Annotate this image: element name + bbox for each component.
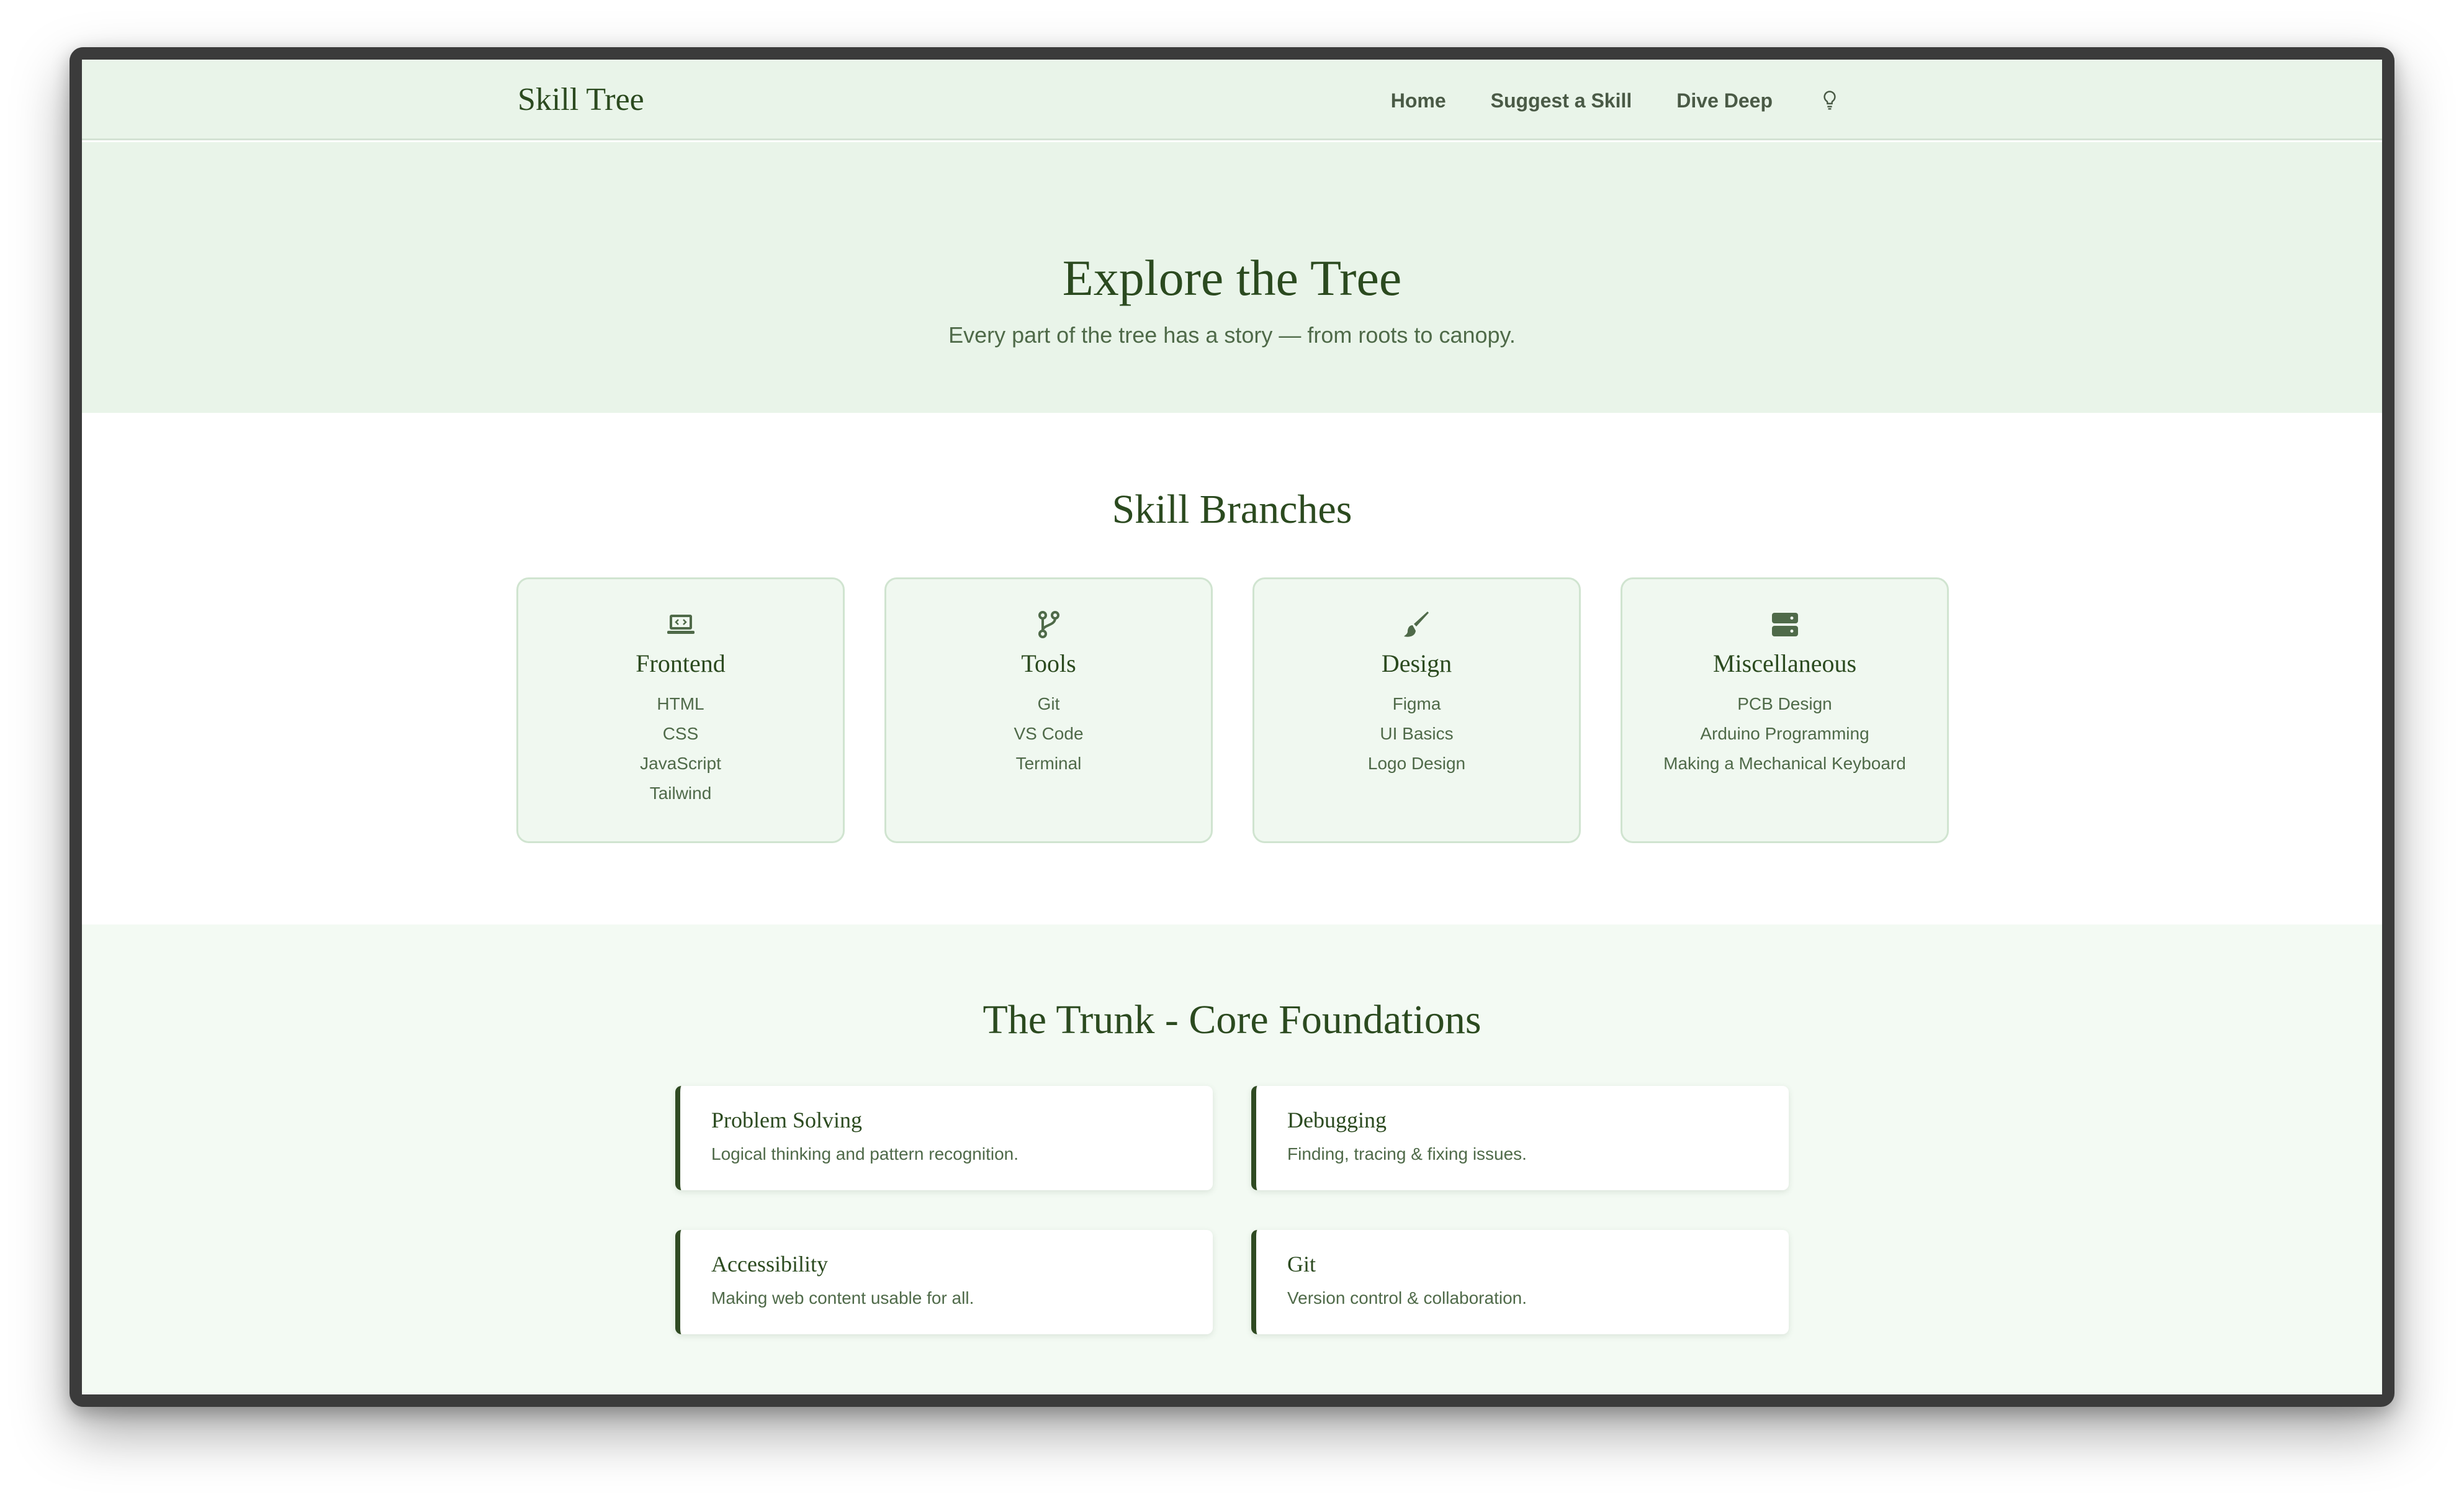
section-title-trunk: The Trunk - Core Foundations: [982, 997, 1482, 1042]
branch-card-title: Tools: [1021, 649, 1076, 677]
skill-item: Terminal: [1015, 754, 1082, 773]
skill-item: Logo Design: [1367, 754, 1466, 773]
branch-card-tools[interactable]: Tools Git VS Code Terminal: [884, 577, 1213, 843]
hero-section: Explore the Tree Every part of the tree …: [82, 142, 2382, 413]
device-frame: Skill Tree Home Suggest a Skill Dive Dee…: [70, 47, 2394, 1407]
skill-item: Tailwind: [649, 784, 712, 803]
laptop-code-icon: [518, 609, 843, 640]
hero-subtitle: Every part of the tree has a story — fro…: [948, 322, 1516, 348]
skill-item: Arduino Programming: [1700, 724, 1869, 743]
skill-item: Making a Mechanical Keyboard: [1663, 754, 1906, 773]
skill-item: HTML: [657, 694, 704, 713]
skill-branches-section: Skill Branches Frontend HTML CSS JavaScr…: [82, 413, 2382, 924]
trunk-card-git[interactable]: Git Version control & collaboration.: [1251, 1230, 1789, 1334]
trunk-section: The Trunk - Core Foundations Problem Sol…: [82, 924, 2382, 1394]
trunk-card-title: Problem Solving: [711, 1108, 863, 1132]
trunk-card-debugging[interactable]: Debugging Finding, tracing & fixing issu…: [1251, 1086, 1789, 1190]
branch-card-frontend[interactable]: Frontend HTML CSS JavaScript Tailwind: [516, 577, 845, 843]
top-nav: Skill Tree Home Suggest a Skill Dive Dee…: [82, 60, 2382, 140]
branch-cards: Frontend HTML CSS JavaScript Tailwind To…: [516, 577, 1949, 843]
skill-item: JavaScript: [640, 754, 721, 773]
trunk-cards: Problem Solving Logical thinking and pat…: [675, 1086, 1789, 1334]
branch-card-miscellaneous[interactable]: Miscellaneous PCB Design Arduino Program…: [1621, 577, 1949, 843]
trunk-card-problem-solving[interactable]: Problem Solving Logical thinking and pat…: [675, 1086, 1213, 1190]
server-icon: [1622, 609, 1947, 640]
branch-card-title: Design: [1381, 649, 1452, 677]
skill-item: Figma: [1392, 694, 1441, 713]
nav-link-dive-deep[interactable]: Dive Deep: [1676, 89, 1773, 112]
trunk-card-desc: Version control & collaboration.: [1287, 1288, 1527, 1308]
trunk-card-title: Git: [1287, 1252, 1316, 1276]
nav-link-suggest-skill[interactable]: Suggest a Skill: [1491, 89, 1632, 112]
trunk-card-desc: Finding, tracing & fixing issues.: [1287, 1144, 1527, 1163]
skill-item: Git: [1037, 694, 1060, 713]
section-title-branches: Skill Branches: [1112, 487, 1352, 532]
git-branch-icon: [886, 609, 1211, 640]
nav-link-home[interactable]: Home: [1391, 89, 1446, 112]
trunk-card-desc: Logical thinking and pattern recognition…: [711, 1144, 1019, 1163]
branch-card-design[interactable]: Design Figma UI Basics Logo Design: [1252, 577, 1581, 843]
paintbrush-icon: [1254, 609, 1579, 640]
skill-item: VS Code: [1014, 724, 1084, 743]
skill-item: CSS: [662, 724, 699, 743]
hero-title: Explore the Tree: [1062, 250, 1402, 306]
trunk-card-title: Accessibility: [711, 1252, 828, 1276]
brand-logo[interactable]: Skill Tree: [518, 78, 644, 122]
branch-card-title: Frontend: [636, 649, 726, 677]
trunk-card-title: Debugging: [1287, 1108, 1387, 1132]
browser-viewport: Skill Tree Home Suggest a Skill Dive Dee…: [82, 60, 2382, 1394]
skill-item: PCB Design: [1737, 694, 1832, 713]
trunk-card-accessibility[interactable]: Accessibility Making web content usable …: [675, 1230, 1213, 1334]
trunk-card-desc: Making web content usable for all.: [711, 1288, 974, 1308]
skill-item: UI Basics: [1380, 724, 1454, 743]
lightbulb-icon[interactable]: [1817, 88, 1842, 113]
nav-links: Home Suggest a Skill Dive Deep: [1391, 82, 1842, 119]
branch-card-title: Miscellaneous: [1712, 649, 1857, 677]
